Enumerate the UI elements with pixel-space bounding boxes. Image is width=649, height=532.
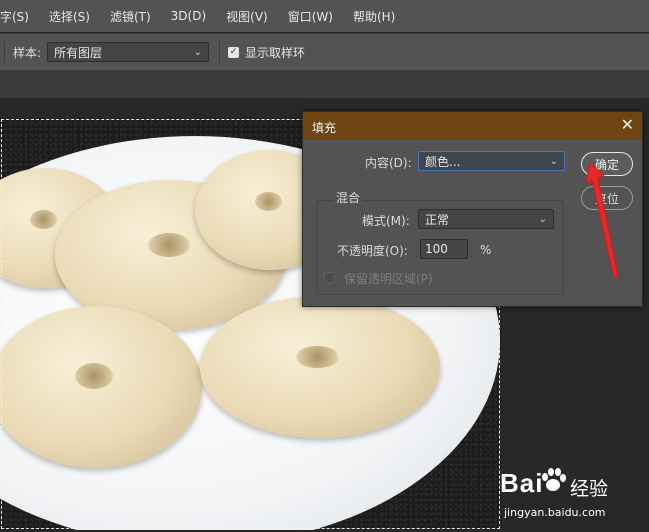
opacity-input[interactable]: 100 (420, 239, 468, 259)
options-divider (219, 40, 221, 64)
mode-select[interactable]: 正常 ⌄ (418, 209, 554, 229)
content-select-value: 颜色... (425, 154, 461, 169)
document-tab-strip (0, 70, 649, 98)
opacity-label: 不透明度(O): (337, 244, 408, 258)
options-bar-grip[interactable] (4, 41, 5, 63)
paw-icon (542, 468, 566, 491)
menu-bar: 字(S) 选择(S) 滤镜(T) 3D(D) 视图(V) 窗口(W) 帮助(H) (0, 0, 649, 32)
show-sampling-ring-label: 显示取样环 (245, 45, 306, 60)
bun-image (0, 306, 202, 468)
menu-window[interactable]: 窗口(W) (278, 8, 343, 25)
options-bar: 样本: 所有图层 ⌄ ✓ 显示取样环 (0, 33, 649, 71)
content-select[interactable]: 颜色... ⌄ (418, 151, 565, 171)
watermark-url: jingyan.baidu.com (504, 506, 606, 519)
mode-label: 模式(M): (362, 214, 410, 228)
menu-view[interactable]: 视图(V) (216, 8, 278, 25)
watermark-brand: Bai (500, 468, 544, 498)
chevron-down-icon: ⌄ (538, 213, 547, 225)
menu-help[interactable]: 帮助(H) (343, 8, 405, 25)
mode-select-value: 正常 (425, 212, 450, 227)
show-sampling-ring-checkbox[interactable]: ✓ (228, 46, 240, 58)
preserve-transparency-label: 保留透明区域(P) (344, 272, 433, 286)
sample-select-value: 所有图层 (54, 45, 103, 60)
content-label: 内容(D): (365, 156, 412, 170)
dialog-title: 填充 (312, 121, 337, 135)
preserve-transparency-checkbox[interactable] (324, 272, 335, 283)
opacity-unit: % (480, 243, 492, 257)
menu-3d[interactable]: 3D(D) (161, 9, 216, 23)
watermark-brand-cn: 经验 (570, 478, 609, 500)
chevron-down-icon: ⌄ (549, 155, 558, 167)
blending-group-title: 混合 (333, 189, 364, 206)
baidu-jingyan-watermark: Bai 经验 jingyan.baidu.com (500, 466, 640, 526)
sample-select[interactable]: 所有图层 ⌄ (47, 42, 210, 62)
annotation-arrow-icon (585, 160, 619, 279)
menu-type[interactable]: 字(S) (0, 8, 39, 25)
bun-image (200, 296, 440, 438)
chevron-down-icon: ⌄ (193, 46, 203, 58)
menu-filter[interactable]: 滤镜(T) (100, 8, 161, 25)
close-icon[interactable]: ✕ (621, 116, 634, 134)
sample-label: 样本: (13, 45, 42, 60)
dialog-title-bar[interactable]: 填充 ✕ (303, 112, 642, 140)
menu-select[interactable]: 选择(S) (39, 8, 100, 25)
